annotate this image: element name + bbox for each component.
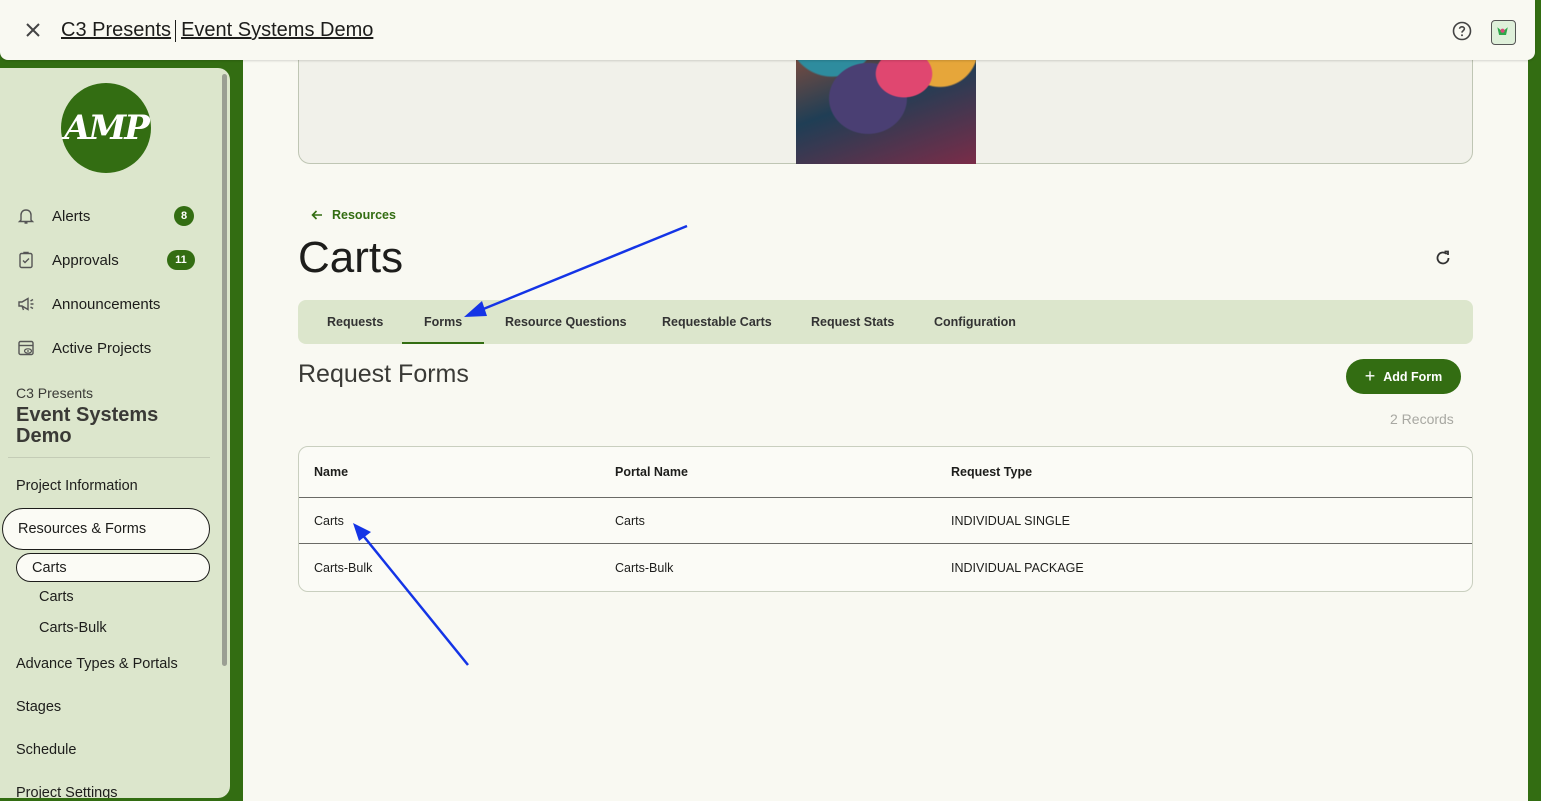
- back-link-label: Resources: [332, 208, 396, 222]
- menu-stages[interactable]: Stages: [16, 699, 61, 715]
- main-content: Resources Carts Requests Forms Resource …: [243, 0, 1528, 801]
- refresh-icon[interactable]: [1433, 248, 1453, 268]
- tab-requests[interactable]: Requests: [327, 300, 383, 344]
- menu-project-settings[interactable]: Project Settings: [16, 785, 118, 798]
- logo-text: AMP: [64, 108, 150, 148]
- alerts-count-badge: 8: [174, 206, 194, 226]
- menu-resources-forms[interactable]: Resources & Forms: [2, 508, 210, 550]
- approvals-count-badge: 11: [167, 250, 195, 270]
- project-name-label: Event Systems Demo: [16, 404, 159, 447]
- cell-portal-name: Carts-Bulk: [615, 561, 674, 575]
- project-org-label: C3 Presents: [16, 385, 94, 401]
- back-to-resources-link[interactable]: Resources: [310, 208, 396, 222]
- page-title: Carts: [298, 233, 404, 282]
- close-icon[interactable]: [22, 19, 44, 41]
- section-title: Request Forms: [298, 360, 469, 388]
- sidebar-item-approvals[interactable]: Approvals: [16, 248, 119, 272]
- header-divider: [299, 497, 1472, 498]
- menu-schedule[interactable]: Schedule: [16, 742, 76, 758]
- sidebar-scrollbar[interactable]: [222, 74, 227, 666]
- add-form-button[interactable]: + Add Form: [1346, 359, 1461, 394]
- breadcrumb-project-link[interactable]: Event Systems Demo: [181, 19, 373, 42]
- sidebar-item-label: Active Projects: [52, 339, 152, 357]
- sidebar-divider: [8, 457, 210, 458]
- menu-carts-bulk-form[interactable]: Carts-Bulk: [39, 620, 107, 636]
- sidebar-item-label: Announcements: [52, 295, 161, 313]
- menu-carts-form[interactable]: Carts: [39, 589, 74, 605]
- amp-logo[interactable]: AMP: [61, 83, 151, 173]
- sidebar-item-label: Approvals: [52, 251, 119, 269]
- tab-resource-questions[interactable]: Resource Questions: [505, 300, 627, 344]
- breadcrumb: C3 Presents Event Systems Demo: [61, 19, 373, 42]
- sidebar: AMP Alerts 8 Approvals 11 Announcements …: [0, 68, 230, 798]
- column-header-request-type[interactable]: Request Type: [951, 465, 1032, 479]
- tab-requestable-carts[interactable]: Requestable Carts: [662, 300, 772, 344]
- column-header-portal-name[interactable]: Portal Name: [615, 465, 688, 479]
- menu-carts-selected-label: Carts: [32, 559, 67, 576]
- sidebar-item-active-projects[interactable]: Active Projects: [16, 336, 151, 360]
- help-icon[interactable]: [1452, 21, 1472, 41]
- cell-request-type: INDIVIDUAL PACKAGE: [951, 561, 1084, 575]
- add-form-label: Add Form: [1383, 369, 1443, 384]
- cell-name[interactable]: Carts: [314, 514, 344, 528]
- tab-configuration[interactable]: Configuration: [934, 300, 1016, 344]
- arrow-left-icon: [311, 210, 322, 220]
- bell-icon: [17, 209, 35, 224]
- sidebar-item-announcements[interactable]: Announcements: [16, 292, 160, 316]
- menu-advance-types-portals[interactable]: Advance Types & Portals: [16, 656, 178, 672]
- app-switcher-icon[interactable]: [1491, 20, 1516, 45]
- breadcrumb-org-link[interactable]: C3 Presents: [61, 19, 171, 42]
- cell-name[interactable]: Carts-Bulk: [314, 561, 372, 575]
- cell-request-type: INDIVIDUAL SINGLE: [951, 514, 1071, 528]
- clipboard-check-icon: [19, 251, 33, 269]
- menu-project-information[interactable]: Project Information: [16, 478, 138, 494]
- cell-portal-name: Carts: [615, 514, 645, 528]
- sidebar-item-label: Alerts: [52, 207, 91, 225]
- sidebar-item-alerts[interactable]: Alerts: [16, 204, 90, 228]
- column-header-name[interactable]: Name: [314, 465, 348, 479]
- projects-icon: [18, 340, 34, 356]
- megaphone-icon: [18, 297, 34, 311]
- top-bar: C3 Presents Event Systems Demo: [0, 0, 1535, 60]
- forms-table: Name Portal Name Request Type Carts Cart…: [298, 446, 1473, 592]
- menu-carts-selected[interactable]: Carts: [16, 553, 210, 582]
- menu-resources-forms-label: Resources & Forms: [18, 521, 147, 537]
- tab-bar: Requests Forms Resource Questions Reques…: [298, 300, 1473, 344]
- plus-icon: +: [1364, 366, 1376, 386]
- records-count: 2 Records: [1390, 411, 1454, 427]
- breadcrumb-separator: [175, 19, 177, 42]
- tab-request-stats[interactable]: Request Stats: [811, 300, 894, 344]
- row-divider: [299, 543, 1472, 544]
- tab-forms[interactable]: Forms: [401, 300, 485, 344]
